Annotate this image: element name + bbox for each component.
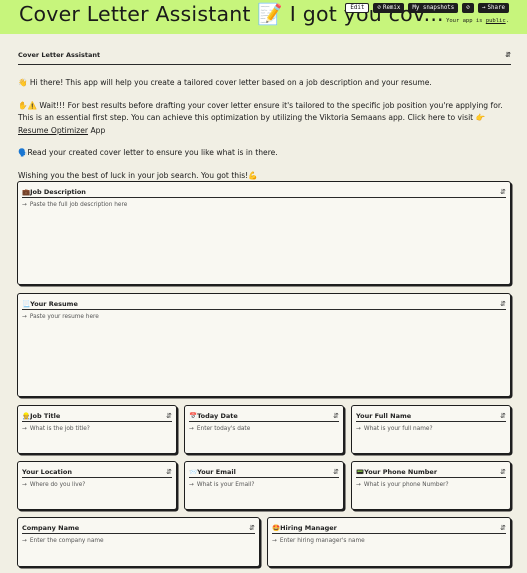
edit-button[interactable]: Edit	[345, 3, 370, 13]
company-label: Company Name	[22, 523, 80, 532]
job-description-input[interactable]: → Paste the full job description here	[18, 198, 510, 208]
settings-button[interactable]: ⊘	[462, 3, 474, 13]
job-description-card[interactable]: 💼Job Description ⇵ → Paste the full job de…	[17, 181, 511, 285]
resume-card[interactable]: 📃Your Resume ⇵ → Paste your resume here	[17, 293, 511, 397]
share-arrow-icon: →	[481, 4, 486, 11]
chevron-updown-icon[interactable]: ⇵	[166, 412, 172, 420]
hiring-manager-label: 🤩Hiring Manager	[272, 523, 337, 532]
company-input[interactable]: → Enter the company name	[18, 534, 259, 544]
job-title-placeholder: What is the job title?	[29, 426, 90, 432]
chevron-updown-icon[interactable]: ⇵	[333, 412, 339, 420]
top-bar: Cover Letter Assistant 📝 I got you cov..…	[0, 0, 527, 34]
today-date-label: 📅Today Date	[189, 411, 238, 420]
arrow-right-icon: →	[22, 426, 27, 432]
arrow-right-icon: →	[189, 426, 194, 432]
remix-button-label: Remix	[382, 5, 401, 11]
phone-placeholder: What is your phone Number?	[363, 482, 449, 488]
full-name-input[interactable]: → What is your full name?	[352, 422, 510, 432]
today-date-placeholder: Enter today's date	[196, 426, 251, 432]
remix-button[interactable]: ⊘ Remix	[373, 3, 405, 13]
email-placeholder: What is your Email?	[196, 482, 255, 488]
arrow-right-icon: →	[22, 482, 27, 488]
resume-input[interactable]: → Paste your resume here	[18, 310, 510, 320]
today-date-card[interactable]: 📅Today Date ⇵ → Enter today's date	[184, 405, 344, 454]
public-note: Your app is public.	[446, 18, 509, 24]
email-input[interactable]: → What is your Email?	[185, 478, 343, 488]
public-link[interactable]: public	[486, 18, 506, 24]
chevron-updown-icon[interactable]: ⇵	[166, 468, 172, 476]
hiring-manager-input[interactable]: → Enter hiring manager's name	[268, 534, 510, 544]
job-description-label: 💼Job Description	[22, 187, 86, 196]
public-note-prefix: Your app is	[446, 18, 486, 24]
phone-input[interactable]: → What is your phone Number?	[352, 478, 510, 488]
today-date-input[interactable]: → Enter today's date	[185, 422, 343, 432]
email-label: 📨Your Email	[189, 467, 236, 476]
intro-p2-suffix: App	[88, 125, 106, 135]
chevron-updown-icon[interactable]: ⇵	[333, 468, 339, 476]
job-title-label: 👷Job Title	[22, 411, 61, 420]
my-snapshots-label: My snapshots	[412, 5, 455, 11]
arrow-right-icon: →	[272, 538, 277, 544]
chevron-updown-icon[interactable]: ⇵	[500, 524, 506, 532]
hiring-manager-card[interactable]: 🤩Hiring Manager ⇵ → Enter hiring manager's…	[267, 517, 511, 567]
hiring-manager-placeholder: Enter hiring manager's name	[279, 538, 365, 544]
intro-heading: Cover Letter Assistant	[18, 51, 101, 59]
job-description-placeholder: Paste the full job description here	[29, 202, 128, 208]
resume-optimizer-link[interactable]: Resume Optimizer	[18, 126, 88, 135]
intro-paragraph-3: 🗣️Read your created cover letter to ensu…	[18, 148, 278, 158]
intro-section: Cover Letter Assistant ⇵ 👋 Hi there! Thi…	[18, 51, 511, 193]
arrow-right-icon: →	[22, 314, 27, 320]
phone-card[interactable]: 📟Your Phone Number ⇵ → What is your phone …	[351, 461, 511, 510]
settings-icon: ⊘	[466, 4, 470, 11]
location-placeholder: Where do you live?	[29, 482, 86, 488]
chevron-updown-icon[interactable]: ⇵	[500, 468, 506, 476]
intro-paragraph-1: 👋 Hi there! This app will help you creat…	[18, 78, 432, 87]
chevron-updown-icon[interactable]: ⇵	[249, 524, 255, 532]
chevron-updown-icon[interactable]: ⇵	[500, 412, 506, 420]
chevron-updown-icon[interactable]: ⇵	[505, 51, 511, 59]
arrow-right-icon: →	[356, 482, 361, 488]
share-button[interactable]: → Share	[477, 3, 509, 13]
full-name-placeholder: What is your full name?	[363, 426, 433, 432]
arrow-right-icon: →	[22, 538, 27, 544]
full-name-card[interactable]: Your Full Name ⇵ → What is your full name?	[351, 405, 511, 454]
location-label: Your Location	[22, 467, 72, 476]
remix-icon: ⊘	[377, 4, 381, 11]
email-card[interactable]: 📨Your Email ⇵ → What is your Email?	[184, 461, 344, 510]
chevron-updown-icon[interactable]: ⇵	[500, 188, 506, 196]
location-card[interactable]: Your Location ⇵ → Where do you live?	[17, 461, 177, 510]
location-input[interactable]: → Where do you live?	[18, 478, 176, 488]
resume-label: 📃Your Resume	[22, 299, 78, 308]
full-name-label: Your Full Name	[356, 411, 412, 420]
arrow-right-icon: →	[189, 482, 194, 488]
share-button-label: Share	[487, 5, 505, 11]
resume-placeholder: Paste your resume here	[29, 314, 99, 320]
intro-body: 👋 Hi there! This app will help you creat…	[18, 65, 511, 183]
edit-button-label: Edit	[350, 5, 365, 11]
my-snapshots-button[interactable]: My snapshots	[408, 3, 459, 13]
company-placeholder: Enter the company name	[29, 538, 104, 544]
intro-header[interactable]: Cover Letter Assistant ⇵	[18, 51, 511, 65]
company-card[interactable]: Company Name ⇵ → Enter the company name	[17, 517, 260, 567]
arrow-right-icon: →	[22, 202, 27, 208]
job-title-input[interactable]: → What is the job title?	[18, 422, 176, 432]
arrow-right-icon: →	[356, 426, 361, 432]
intro-paragraph-2: ✋⚠️ Wait!!! For best results before draf…	[18, 100, 511, 138]
intro-p2-text: ✋⚠️ Wait!!! For best results before draf…	[18, 100, 503, 123]
public-note-suffix: .	[505, 18, 509, 24]
phone-label: 📟Your Phone Number	[356, 467, 438, 476]
header-buttons: Edit ⊘ Remix My snapshots ⊘ → Share	[345, 3, 509, 13]
job-title-card[interactable]: 👷Job Title ⇵ → What is the job title?	[17, 405, 177, 454]
chevron-updown-icon[interactable]: ⇵	[500, 300, 506, 308]
